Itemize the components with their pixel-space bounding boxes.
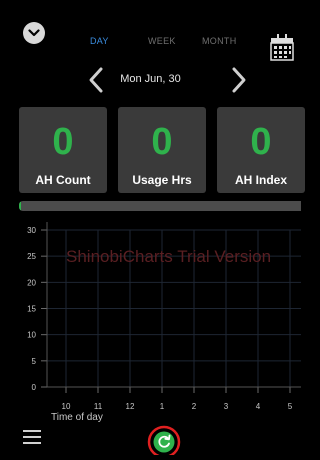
current-date: Mon Jun, 30 — [120, 73, 181, 85]
usage-chart: 30252015105010 11 12 1 2 3 4 5ShinobiCharts Tri… — [27, 222, 301, 423]
x-tick-label: 12 — [126, 402, 135, 411]
metric-value: 0 — [151, 121, 173, 163]
hamburger-menu-icon — [23, 430, 41, 444]
menu-button[interactable] — [23, 428, 41, 446]
metric-label: Usage Hrs — [132, 173, 192, 187]
tab-month[interactable]: MONTH — [202, 36, 237, 46]
y-tick-label: 10 — [27, 331, 36, 340]
collapse-button[interactable] — [23, 22, 45, 44]
progress-bar — [19, 201, 301, 211]
x-tick-label: 2 — [192, 402, 197, 411]
chart-watermark: ShinobiCharts Trial Version — [66, 247, 271, 266]
x-tick-label: 11 — [94, 402, 103, 411]
tab-day[interactable]: DAY — [90, 36, 109, 46]
calendar-button[interactable] — [270, 33, 294, 63]
y-tick-label: 5 — [32, 357, 37, 366]
x-tick-label: 3 — [224, 402, 229, 411]
metric-card-usage-hrs: 0 Usage Hrs — [118, 107, 206, 193]
metric-value: 0 — [250, 121, 272, 163]
y-tick-label: 30 — [27, 226, 36, 235]
x-tick-label: 1 — [160, 402, 165, 411]
y-tick-label: 0 — [32, 383, 37, 392]
y-tick-label: 15 — [27, 305, 36, 314]
refresh-icon — [147, 425, 181, 459]
metric-card-ah-count: 0 AH Count — [19, 107, 107, 193]
x-tick-label: 4 — [256, 402, 261, 411]
x-tick-label: 5 — [288, 402, 293, 411]
refresh-button[interactable] — [147, 425, 183, 459]
x-axis-title: Time of day — [51, 412, 103, 423]
tab-week[interactable]: WEEK — [148, 36, 176, 46]
metric-label: AH Index — [234, 173, 287, 187]
y-tick-label: 20 — [27, 278, 36, 287]
x-tick-label: 10 — [62, 402, 71, 411]
calendar-icon — [270, 34, 294, 61]
metric-value: 0 — [52, 121, 74, 163]
metric-label: AH Count — [35, 173, 91, 187]
next-date-button[interactable] — [229, 66, 249, 94]
chevron-right-icon — [232, 67, 246, 93]
progress-fill — [19, 201, 21, 211]
y-tick-label: 25 — [27, 252, 36, 261]
chevron-down-icon — [28, 29, 40, 37]
metric-card-ah-index: 0 AH Index — [217, 107, 305, 193]
